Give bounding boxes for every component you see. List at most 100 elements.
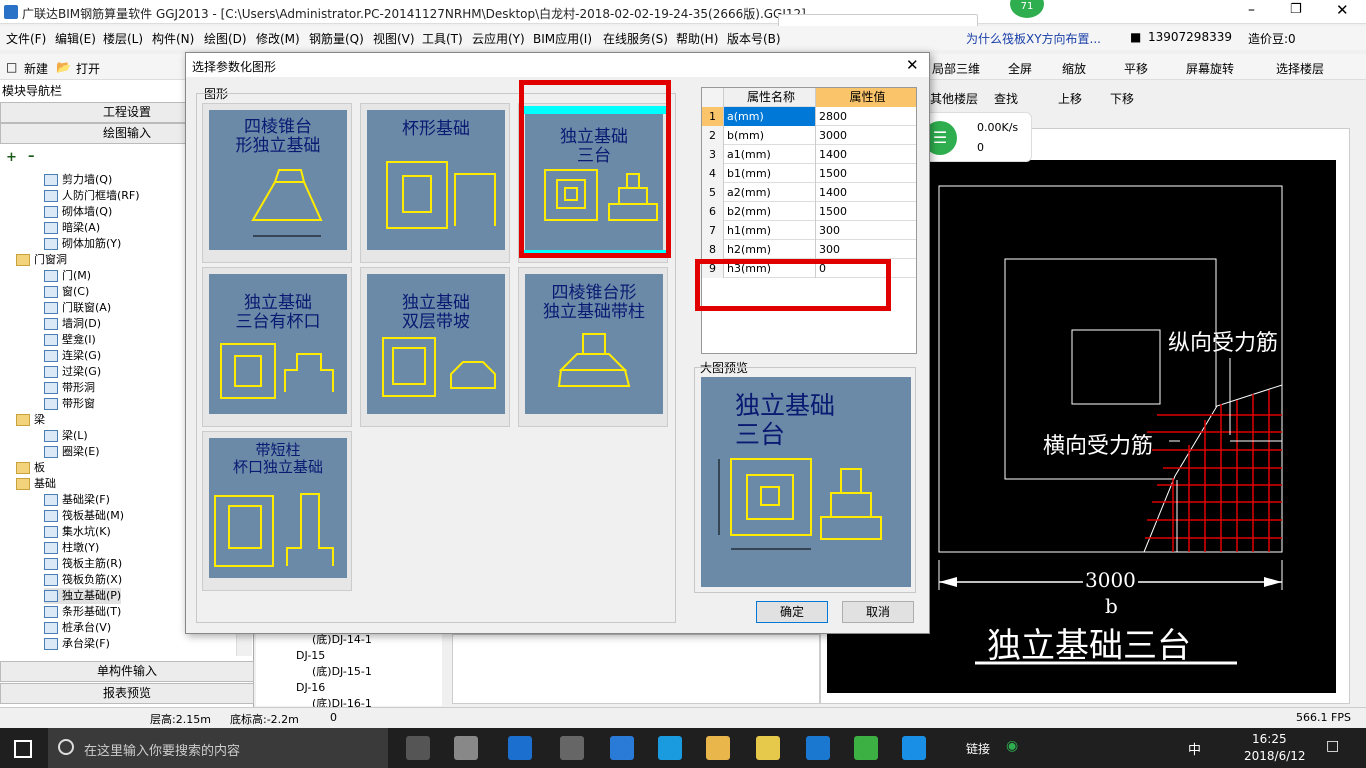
open-button[interactable]: 打开: [76, 60, 100, 77]
tree-node[interactable]: 过梁(G): [44, 364, 101, 380]
menu-edit[interactable]: 编辑(E): [55, 30, 96, 47]
find-button[interactable]: 查找: [994, 90, 1018, 107]
fullscreen-button[interactable]: 全屏: [1008, 60, 1032, 77]
property-value[interactable]: 2800: [816, 107, 916, 126]
tray-wifi-icon[interactable]: ◉: [1006, 738, 1018, 754]
user-phone[interactable]: 13907298339: [1148, 30, 1232, 44]
property-row[interactable]: 5 a2(mm) 1400: [702, 183, 916, 202]
help-question-link[interactable]: 为什么筏板XY方向布置...: [966, 30, 1101, 47]
tree-node[interactable]: 基础: [16, 476, 56, 492]
pan-button[interactable]: 平移: [1124, 60, 1148, 77]
move-up-button[interactable]: 上移: [1058, 90, 1082, 107]
notification-badge[interactable]: 71: [1010, 0, 1044, 18]
local-3d-button[interactable]: 局部三维: [932, 60, 980, 77]
cost-points[interactable]: 造价豆:0: [1248, 30, 1296, 47]
task-view-icon[interactable]: [406, 736, 430, 760]
property-value[interactable]: 1400: [816, 183, 916, 202]
shape-card-short-column-cup[interactable]: 带短柱 杯口独立基础: [202, 431, 352, 591]
tree-node[interactable]: 门联窗(A): [44, 300, 111, 316]
start-button[interactable]: [14, 740, 32, 758]
dialog-close-icon[interactable]: ✕: [906, 56, 919, 74]
property-value[interactable]: 300: [816, 221, 916, 240]
select-floor-button[interactable]: 选择楼层: [1276, 60, 1324, 77]
app-icon-active[interactable]: [902, 736, 926, 760]
notification-center-icon[interactable]: □: [1326, 738, 1339, 754]
shape-card-three-step-cup[interactable]: 独立基础 三台有杯口: [202, 267, 352, 427]
menu-component[interactable]: 构件(N): [152, 30, 194, 47]
menu-bim[interactable]: BIM应用(I): [533, 30, 592, 47]
network-speed-widget[interactable]: ☰ 0.00K/s 0: [916, 112, 1032, 162]
collapse-all-icon[interactable]: –: [28, 149, 35, 164]
tree-node[interactable]: 承台梁(F): [44, 636, 110, 652]
report-preview-button[interactable]: 报表预览: [0, 683, 254, 704]
tree-node[interactable]: 窗(C): [44, 284, 89, 300]
new-button[interactable]: 新建: [24, 60, 48, 77]
tree-node[interactable]: 人防门框墙(RF): [44, 188, 140, 204]
glodon-icon[interactable]: [806, 736, 830, 760]
tree-node-dj16[interactable]: DJ-16: [296, 680, 325, 696]
other-floor-button[interactable]: 其他楼层: [930, 90, 978, 107]
tray-date[interactable]: 2018/6/12: [1244, 749, 1306, 763]
shape-card-cup-foundation[interactable]: 杯形基础: [360, 103, 510, 263]
cancel-button[interactable]: 取消: [842, 601, 914, 623]
ie-alt-icon[interactable]: [658, 736, 682, 760]
tree-node[interactable]: 筏板主筋(R): [44, 556, 122, 572]
tree-node-dj14-1[interactable]: (底)DJ-14-1: [312, 632, 372, 648]
app-icon-spiral[interactable]: [560, 736, 584, 760]
menu-version[interactable]: 版本号(B): [727, 30, 781, 47]
tree-node[interactable]: 梁(L): [44, 428, 88, 444]
tree-node[interactable]: 筏板负筋(X): [44, 572, 122, 588]
expand-all-icon[interactable]: +: [6, 150, 17, 165]
minimize-button[interactable]: –: [1248, 2, 1266, 18]
menu-cloud[interactable]: 云应用(Y): [472, 30, 525, 47]
ie-icon[interactable]: [508, 736, 532, 760]
tree-node[interactable]: 壁龛(I): [44, 332, 96, 348]
tree-node[interactable]: 圈梁(E): [44, 444, 100, 460]
tree-node[interactable]: 筏板基础(M): [44, 508, 124, 524]
property-value[interactable]: 1400: [816, 145, 916, 164]
menu-file[interactable]: 文件(F): [6, 30, 46, 47]
property-value[interactable]: 3000: [816, 126, 916, 145]
property-value[interactable]: 300: [816, 240, 916, 259]
tree-node[interactable]: 基础梁(F): [44, 492, 110, 508]
app-icon-green[interactable]: [854, 736, 878, 760]
close-button[interactable]: ✕: [1336, 1, 1354, 19]
tree-node-dj15-1[interactable]: (底)DJ-15-1: [312, 664, 372, 680]
tree-node[interactable]: 门(M): [44, 268, 91, 284]
tree-node[interactable]: 暗梁(A): [44, 220, 100, 236]
ok-button[interactable]: 确定: [756, 601, 828, 623]
tree-node[interactable]: 带形窗: [44, 396, 95, 412]
edge-icon[interactable]: [610, 736, 634, 760]
menu-view[interactable]: 视图(V): [373, 30, 415, 47]
move-down-button[interactable]: 下移: [1110, 90, 1134, 107]
tree-node[interactable]: 板: [16, 460, 45, 476]
tree-node[interactable]: 独立基础(P): [44, 588, 122, 604]
restore-button[interactable]: ❐: [1290, 2, 1308, 17]
tree-node[interactable]: 条形基础(T): [44, 604, 121, 620]
property-row[interactable]: 2 b(mm) 3000: [702, 126, 916, 145]
property-row[interactable]: 4 b1(mm) 1500: [702, 164, 916, 183]
tree-node[interactable]: 梁: [16, 412, 45, 428]
file-explorer-icon[interactable]: [706, 736, 730, 760]
property-value[interactable]: 1500: [816, 164, 916, 183]
single-component-button[interactable]: 单构件输入: [0, 661, 254, 682]
menu-help[interactable]: 帮助(H): [676, 30, 718, 47]
tree-node[interactable]: 带形洞: [44, 380, 95, 396]
menu-modify[interactable]: 修改(M): [256, 30, 300, 47]
taskbar-search[interactable]: 在这里输入你要搜索的内容: [48, 728, 388, 768]
tray-time[interactable]: 16:25: [1252, 732, 1287, 746]
property-row[interactable]: 3 a1(mm) 1400: [702, 145, 916, 164]
menu-online[interactable]: 在线服务(S): [603, 30, 668, 47]
zoom-button[interactable]: 缩放: [1062, 60, 1086, 77]
tree-node[interactable]: 柱墩(Y): [44, 540, 99, 556]
tray-link-label[interactable]: 链接: [966, 740, 990, 757]
app-icon-fan[interactable]: [454, 736, 478, 760]
tree-node-dj15[interactable]: DJ-15: [296, 648, 325, 664]
property-row[interactable]: 7 h1(mm) 300: [702, 221, 916, 240]
tree-node[interactable]: 墙洞(D): [44, 316, 101, 332]
shape-card-double-slope[interactable]: 独立基础 双层带坡: [360, 267, 510, 427]
tray-ime[interactable]: 中: [1188, 739, 1201, 758]
property-row[interactable]: 6 b2(mm) 1500: [702, 202, 916, 221]
rotate-button[interactable]: 屏幕旋转: [1186, 60, 1234, 77]
tree-node[interactable]: 集水坑(K): [44, 524, 111, 540]
